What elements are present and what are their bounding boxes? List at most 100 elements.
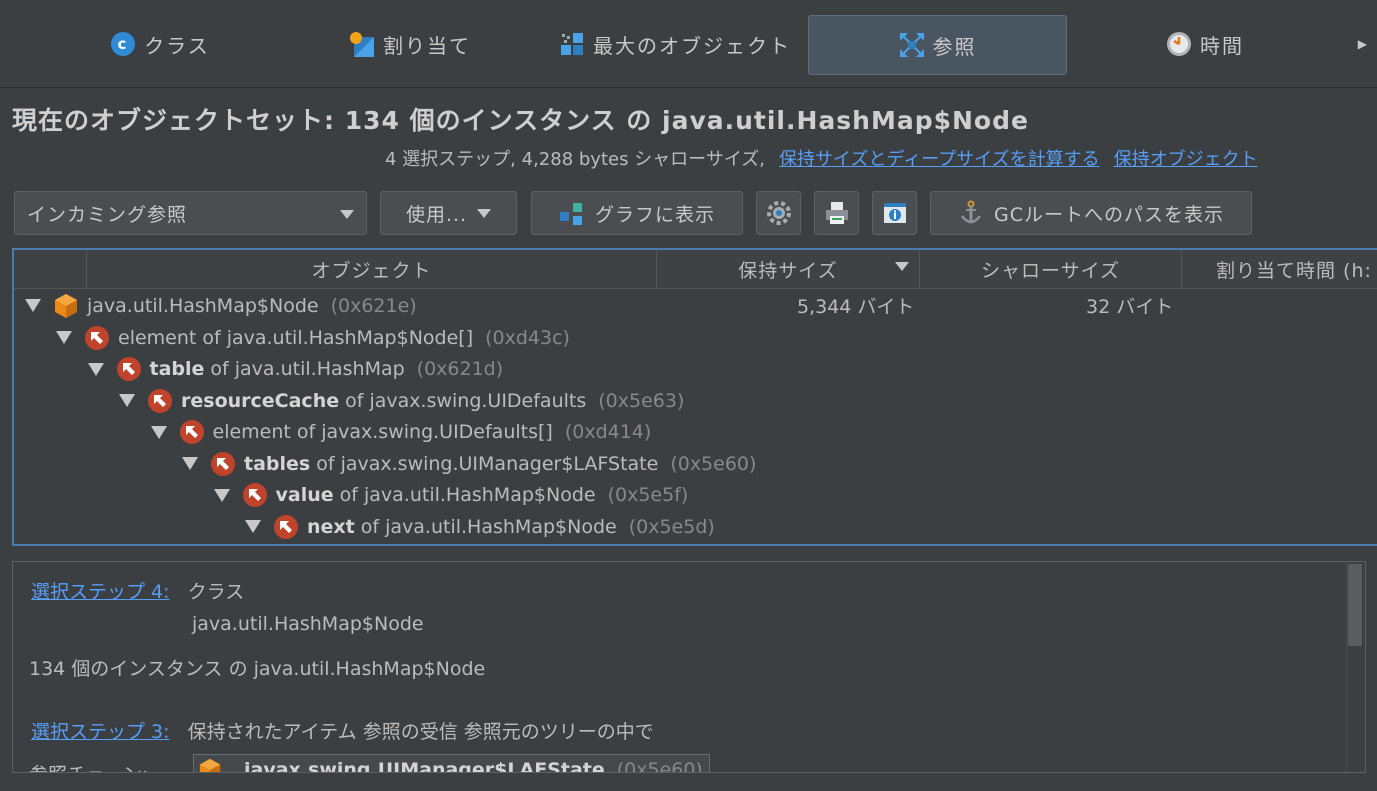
object-instance-icon — [199, 758, 221, 772]
clock-icon — [1167, 32, 1191, 56]
table-header: オブジェクト 保持サイズ シャローサイズ 割り当て時間 (h: — [14, 250, 1377, 289]
object-address: (0x5e5f) — [607, 484, 689, 506]
info-icon — [883, 203, 906, 223]
expand-triangle-icon[interactable] — [213, 488, 230, 502]
printer-icon — [825, 202, 848, 224]
object-address: (0x5e5d) — [628, 515, 715, 538]
scrollbar-thumb[interactable] — [1348, 564, 1362, 646]
incoming-reference-icon — [211, 451, 235, 476]
reference-field-name: next — [307, 515, 355, 538]
print-button[interactable] — [814, 191, 859, 235]
graph-label: グラフに表示 — [594, 203, 715, 226]
object-address: (0xd43c) — [485, 326, 570, 349]
reference-chain-class: javax.swing.UIManager$LAFState — [244, 759, 605, 773]
biggest-objects-icon — [561, 33, 583, 55]
info-button[interactable] — [872, 191, 917, 235]
expand-triangle-icon[interactable] — [150, 425, 167, 439]
selection-step-4-summary: 134 個のインスタンス の java.util.HashMap$Node — [29, 658, 486, 680]
selection-step-3-link[interactable]: 選択ステップ 3: — [31, 721, 170, 743]
column-header-object[interactable]: オブジェクト — [86, 250, 656, 288]
retained-objects-link[interactable]: 保持オブジェクト — [1114, 149, 1258, 170]
expand-triangle-icon[interactable] — [182, 457, 198, 470]
class-c-icon: c — [111, 32, 136, 56]
tab-references[interactable]: 参照 — [808, 15, 1067, 75]
anchor-icon — [961, 200, 981, 224]
selection-step-4-class: java.util.HashMap$Node — [192, 613, 424, 635]
selection-step-4-link[interactable]: 選択ステップ 4: — [31, 581, 170, 603]
tab-label: 最大のオブジェクト — [593, 33, 791, 58]
selection-step-3-text: 保持されたアイテム 参照の受信 参照元のツリーの中で — [187, 721, 654, 743]
expand-triangle-icon[interactable] — [25, 299, 41, 312]
object-address: (0xd414) — [564, 421, 652, 443]
selection-step-4-row: 選択ステップ 4: クラス — [31, 577, 244, 604]
tab-allocations[interactable]: 割り当て — [310, 15, 510, 73]
tab-label: 参照 — [932, 34, 977, 59]
tab-classes[interactable]: c クラス — [60, 15, 260, 73]
column-header-blank — [14, 250, 86, 288]
reference-tree-table[interactable]: オブジェクト 保持サイズ シャローサイズ 割り当て時間 (h: java.uti… — [12, 248, 1377, 546]
table-row[interactable]: element of javax.swing.UIDefaults[] (0xd41… — [14, 417, 1377, 448]
reference-field-name: element — [118, 326, 197, 349]
object-instance-icon — [55, 293, 77, 318]
incoming-reference-icon — [274, 514, 298, 539]
view-tab-bar: c クラス 割り当て 最大のオブジェクト 参照 時間 ▶ — [0, 0, 1377, 88]
object-set-summary: 4 選択ステップ, 4,288 bytes シャローサイズ, 保持サイズとディープ… — [385, 145, 1258, 171]
object-address: (0x5e63) — [598, 389, 685, 412]
tab-label: 割り当て — [383, 33, 471, 58]
tab-overflow-arrow-icon[interactable]: ▶ — [1358, 37, 1367, 51]
reference-owner-class: of javax.swing.UIManager$LAFState — [316, 452, 659, 475]
show-gc-root-path-button[interactable]: GCルートへのパスを表示 — [930, 191, 1252, 235]
reference-chain-item[interactable]: javax.swing.UIManager$LAFState (0x5e60) — [193, 754, 710, 773]
reference-owner-class: of java.util.HashMap$Node[] — [202, 326, 474, 349]
table-row[interactable]: table of java.util.HashMap (0x621d) — [14, 354, 1377, 385]
incoming-reference-icon — [179, 420, 204, 444]
column-header-retained-size[interactable]: 保持サイズ — [656, 250, 919, 288]
settings-button[interactable] — [756, 191, 801, 235]
reference-chain-address: (0x5e60) — [616, 759, 703, 773]
table-row[interactable]: next of java.util.HashMap$Node (0x5e5d) — [14, 511, 1377, 542]
reference-owner-class: of javax.swing.UIDefaults[] — [296, 421, 553, 443]
object-address: (0x621e) — [330, 294, 417, 317]
selection-summary-text: 4 選択ステップ, 4,288 bytes シャローサイズ, — [385, 149, 765, 170]
column-header-shallow-size[interactable]: シャローサイズ — [919, 250, 1181, 288]
use-button[interactable]: 使用... — [380, 191, 517, 235]
table-row[interactable]: element of java.util.HashMap$Node[] (0xd43… — [14, 322, 1377, 353]
table-row[interactable]: resourceCache of javax.swing.UIDefaults (0… — [14, 385, 1377, 416]
divider — [0, 87, 1377, 88]
reference-owner-class: of java.util.HashMap — [210, 358, 405, 380]
column-header-allocation-time[interactable]: 割り当て時間 (h: — [1181, 250, 1377, 288]
reference-owner-class: of javax.swing.UIDefaults — [345, 389, 587, 412]
reference-field-name: resourceCache — [181, 389, 340, 412]
vertical-scrollbar[interactable] — [1346, 562, 1365, 772]
reference-field-name: table — [149, 358, 205, 380]
expand-triangle-icon[interactable] — [119, 394, 135, 407]
tab-label: クラス — [144, 33, 210, 58]
graph-icon — [559, 203, 582, 225]
reference-type-dropdown[interactable]: インカミング参照 — [14, 191, 367, 235]
reference-chain-label: 参照チェーン: — [29, 760, 148, 772]
page-title: 現在のオブジェクトセット: 134 個のインスタンス の java.util.H… — [12, 106, 1029, 135]
retained-size-value: 5,344 バイト — [797, 296, 915, 318]
sort-descending-icon — [895, 262, 909, 271]
tab-time[interactable]: 時間 — [1130, 15, 1280, 73]
selection-step-3-row: 選択ステップ 3: 保持されたアイテム 参照の受信 参照元のツリーの中で — [31, 717, 654, 744]
reference-owner-class: of java.util.HashMap$Node — [360, 515, 617, 538]
show-in-graph-button[interactable]: グラフに表示 — [531, 191, 743, 235]
dropdown-value: インカミング参照 — [27, 203, 188, 226]
tab-biggest-objects[interactable]: 最大のオブジェクト — [555, 15, 795, 73]
reference-owner-class: of java.util.HashMap$Node — [339, 484, 596, 506]
svg-text:c: c — [118, 35, 129, 53]
expand-triangle-icon[interactable] — [56, 331, 72, 344]
reference-field-name: value — [275, 484, 334, 506]
reference-field-name: element — [212, 421, 291, 443]
expand-triangle-icon[interactable] — [245, 520, 261, 533]
expand-triangle-icon[interactable] — [87, 362, 104, 376]
allocation-icon — [350, 32, 374, 57]
table-row[interactable]: java.util.HashMap$Node (0x621e) 5,344 バイ… — [14, 290, 1377, 321]
selection-step-4-kind: クラス — [187, 581, 245, 603]
table-row[interactable]: value of java.util.HashMap$Node (0x5e5f) — [14, 480, 1377, 511]
calculate-retained-link[interactable]: 保持サイズとディープサイズを計算する — [779, 149, 1100, 170]
object-class-name: java.util.HashMap$Node — [87, 294, 319, 317]
table-row[interactable]: tables of javax.swing.UIManager$LAFState (… — [14, 448, 1377, 479]
object-address: (0x5e60) — [670, 452, 757, 475]
